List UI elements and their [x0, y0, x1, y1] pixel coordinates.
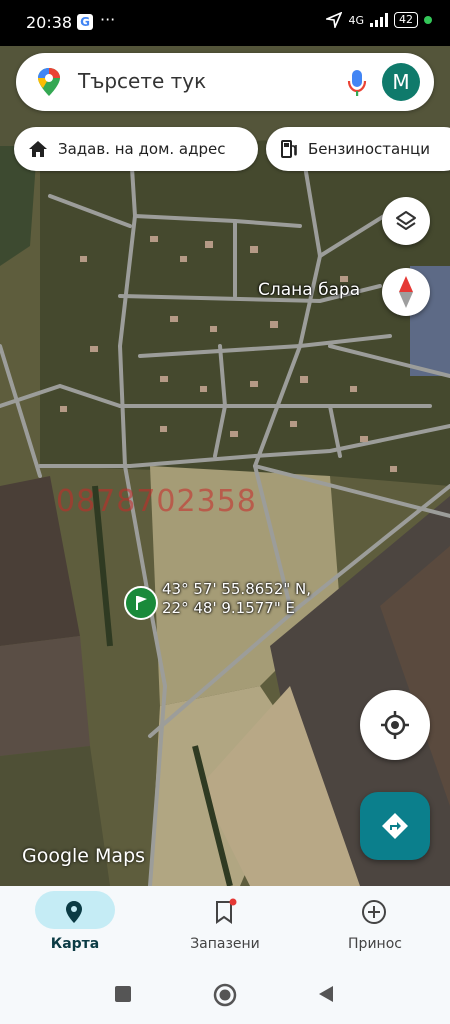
layers-button[interactable] [382, 197, 430, 245]
search-bar[interactable]: Търсете тук M [16, 53, 434, 111]
pin-longitude: 22° 48' 9.1577" E [162, 599, 295, 617]
nav-label: Запазени [190, 936, 260, 952]
gas-station-icon [280, 139, 298, 159]
directions-icon [382, 813, 408, 839]
google-maps-attribution: Google Maps [22, 845, 146, 867]
location-arrow-icon [326, 12, 343, 28]
status-time: 20:38 [26, 13, 73, 32]
back-icon[interactable] [317, 985, 335, 1003]
chip-set-home-address[interactable]: Задав. на дом. адрес [14, 127, 258, 171]
add-circle-icon [360, 898, 388, 930]
network-type: 4G [348, 13, 364, 27]
battery-level: 42 [394, 12, 418, 28]
phone-watermark: 0878702358 [56, 484, 257, 519]
privacy-indicator-icon [424, 16, 432, 24]
home-button-icon[interactable] [213, 983, 237, 1007]
nav-saved[interactable]: Запазени [150, 886, 300, 966]
pin-latitude: 43° 57' 55.8652" N, [162, 580, 312, 598]
bottom-navigation: Карта Запазени Принос [0, 886, 450, 966]
compass-icon [399, 276, 413, 308]
chip-label: Бензиностанци [308, 140, 430, 158]
place-label[interactable]: Слана бара [258, 280, 360, 300]
directions-button[interactable] [360, 792, 430, 860]
status-bar: 20:38 G ··· 4G 42 [0, 0, 450, 46]
explore-pin-icon [60, 898, 88, 930]
chip-gas-stations[interactable]: Бензиностанци [266, 127, 450, 171]
satellite-map[interactable] [0, 46, 450, 886]
nav-contribute[interactable]: Принос [300, 886, 450, 966]
pin-coordinates: 43° 57' 55.8652" N, 22° 48' 9.1577" E [162, 580, 311, 618]
google-maps-logo-icon [36, 67, 62, 101]
chip-label: Задав. на дом. адрес [58, 140, 226, 158]
more-notifications-icon: ··· [100, 10, 116, 29]
microphone-icon[interactable] [346, 68, 368, 102]
google-notification-icon: G [77, 14, 93, 30]
layers-icon [396, 211, 416, 230]
compass-button[interactable] [382, 268, 430, 316]
nav-explore[interactable]: Карта [0, 886, 150, 966]
my-location-button[interactable] [360, 690, 430, 760]
crosshair-icon [381, 711, 409, 739]
home-icon [28, 140, 48, 158]
system-navigation-bar [0, 966, 450, 1024]
map-imagery [0, 46, 450, 886]
recents-icon[interactable] [114, 985, 132, 1003]
bookmark-icon [210, 898, 238, 930]
status-icons: 4G 42 [326, 12, 432, 28]
signal-icon [370, 13, 388, 27]
nav-label: Карта [50, 936, 100, 952]
search-input[interactable]: Търсете тук [78, 69, 206, 93]
account-avatar[interactable]: M [382, 63, 420, 101]
dropped-pin-flag-icon[interactable] [124, 586, 158, 620]
nav-label: Принос [348, 936, 402, 952]
